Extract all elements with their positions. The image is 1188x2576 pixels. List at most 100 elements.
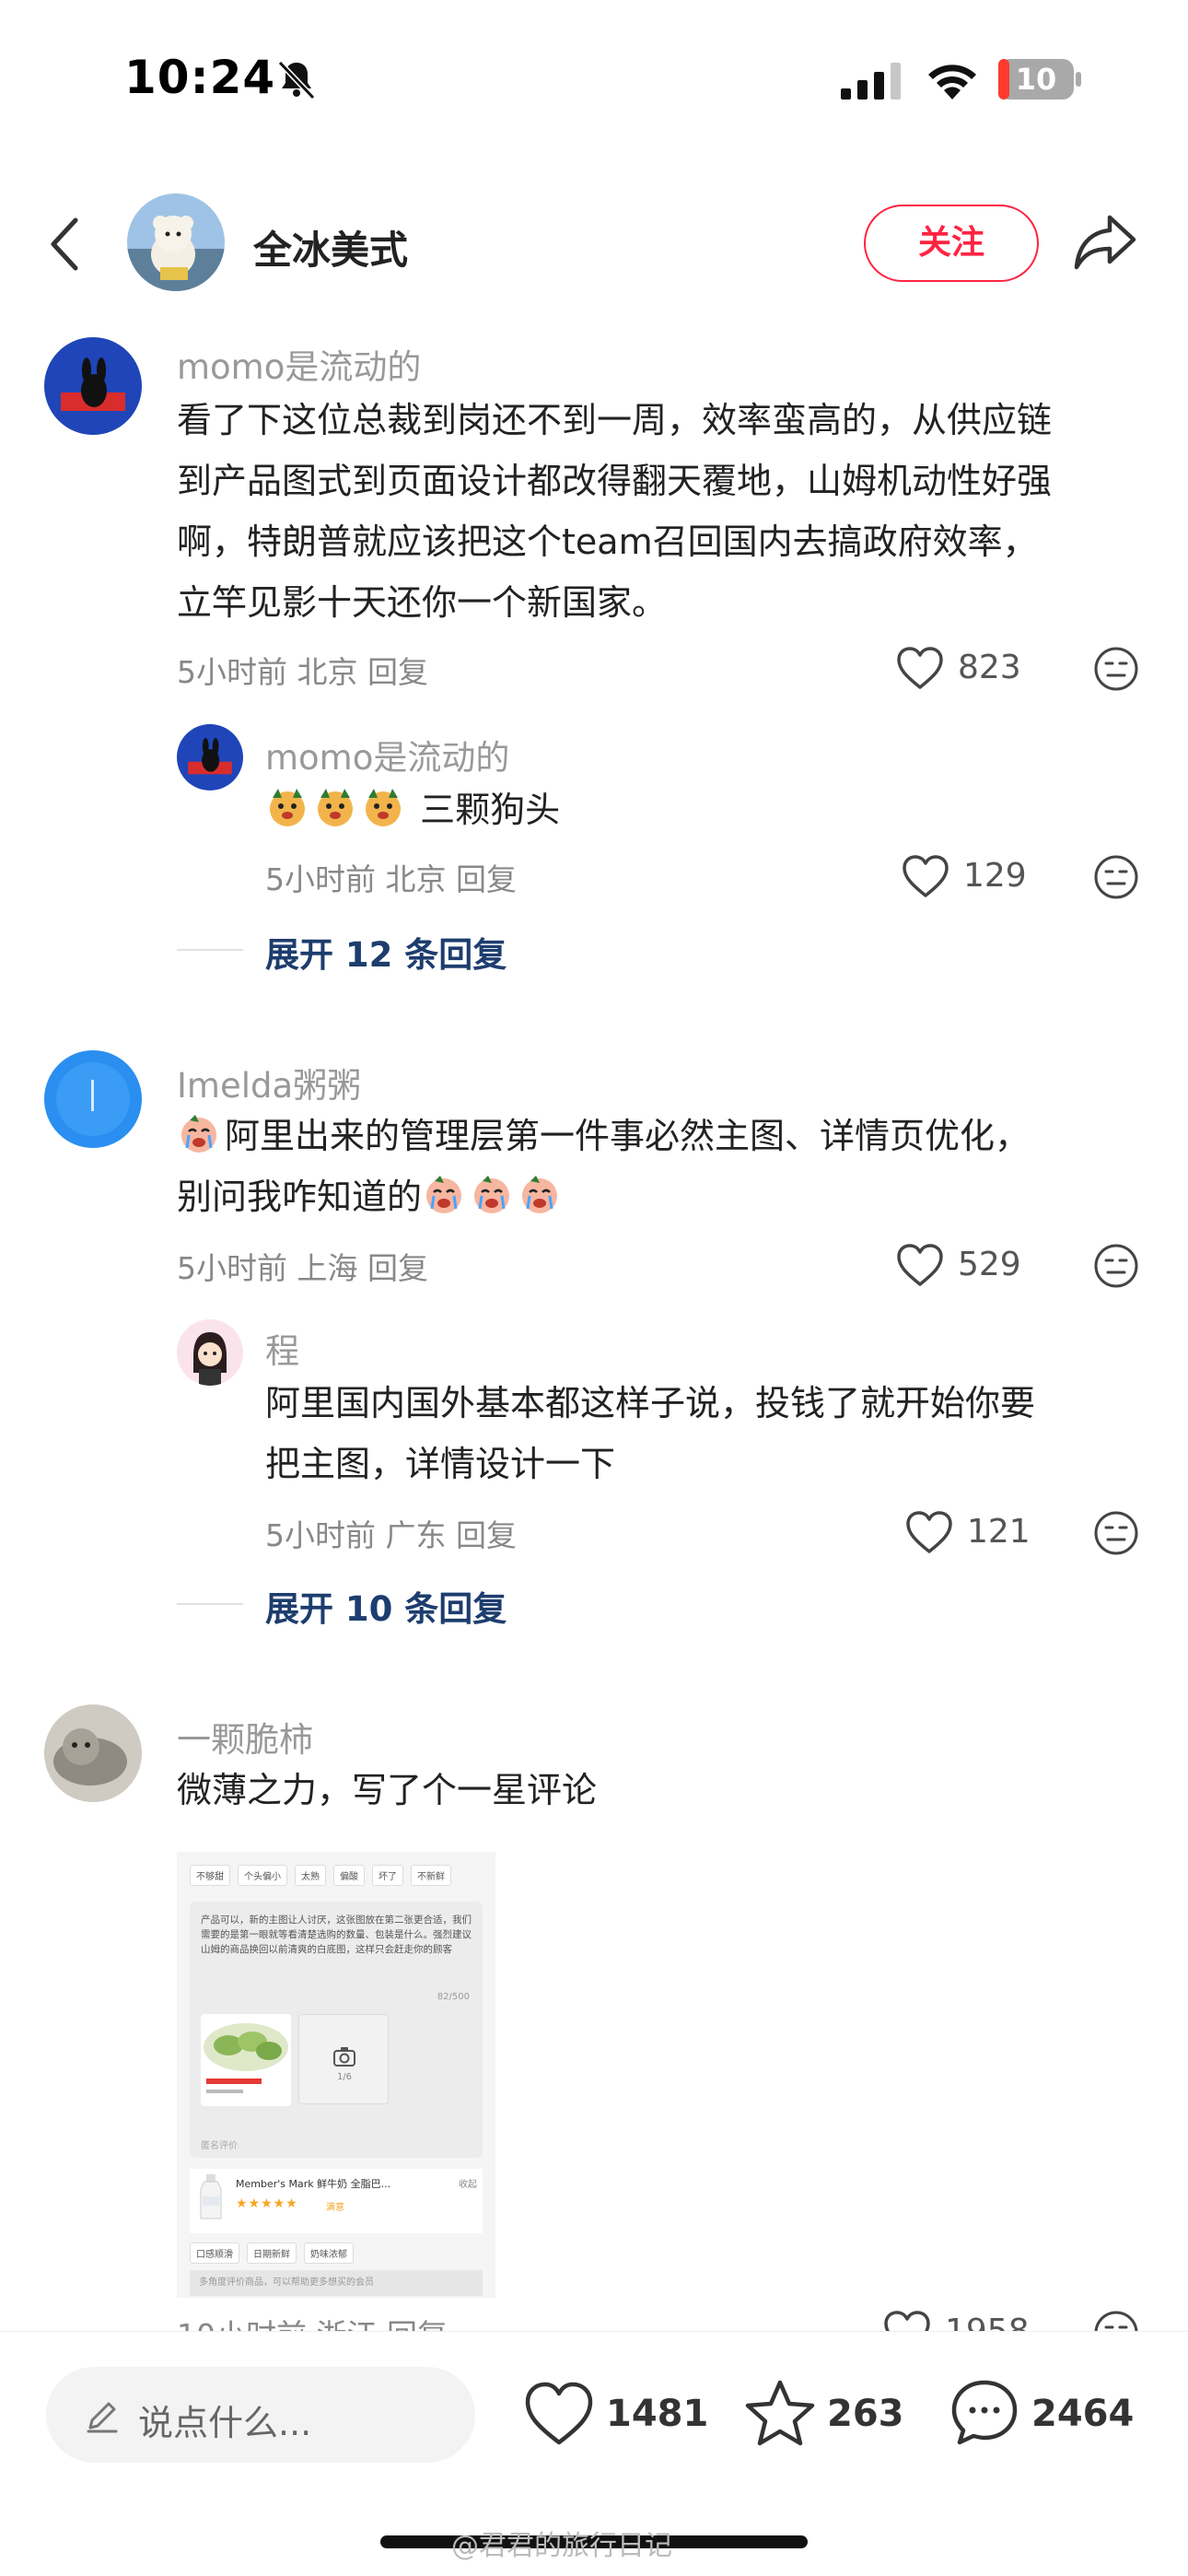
dog-head-emoji-icon bbox=[270, 789, 305, 826]
review-char-count: 82/500 bbox=[437, 1992, 470, 2002]
dislike-face-icon[interactable] bbox=[1092, 645, 1140, 693]
comment-meta[interactable]: 5小时前 上海 回复 bbox=[177, 1244, 428, 1288]
expand-divider bbox=[177, 1603, 243, 1605]
commenter-avatar[interactable] bbox=[44, 1050, 142, 1148]
back-arrow-icon[interactable] bbox=[46, 217, 83, 272]
comment-bubble-icon[interactable] bbox=[949, 2378, 1020, 2446]
heart-icon[interactable] bbox=[901, 853, 950, 899]
reply-avatar[interactable] bbox=[177, 1319, 243, 1386]
follow-button[interactable]: 关注 bbox=[864, 205, 1039, 282]
product-name: Member's Mark 鲜牛奶 全脂巴... bbox=[236, 2178, 391, 2190]
reply-line: 把主图，详情设计一下 bbox=[265, 1444, 616, 1484]
collapse-link: 收起 bbox=[459, 2180, 477, 2190]
commenter-name[interactable]: momo是流动的 bbox=[177, 339, 421, 389]
review-tag: 太熟 bbox=[295, 1865, 326, 1886]
crying-emoji-icon bbox=[474, 1176, 510, 1213]
pencil-icon bbox=[87, 2402, 118, 2433]
heart-icon[interactable] bbox=[904, 1509, 954, 1555]
crying-emoji-icon bbox=[181, 1115, 216, 1153]
review-tag: 坏了 bbox=[372, 1865, 403, 1886]
comment-line: 立竿见影十天还你一个新国家。 bbox=[177, 582, 668, 623]
commenter-avatar[interactable] bbox=[44, 1704, 142, 1802]
review-tag-row: 不够甜 个头偏小 太熟 偏酸 坏了 不新鲜 bbox=[190, 1865, 451, 1886]
heart-icon[interactable] bbox=[895, 645, 945, 691]
expand-divider bbox=[177, 949, 243, 951]
comment-line: 别问我咋知道的 bbox=[177, 1166, 1030, 1227]
reply-text: 阿里国内国外基本都这样子说，投钱了就开始你要 把主图，详情设计一下 bbox=[265, 1373, 1035, 1494]
crying-emoji-icon bbox=[522, 1176, 558, 1213]
review-card: 产品可以，新的主图让人讨厌，这张图放在第二张更合适，我们需要的是第一眼就等看清楚… bbox=[190, 1902, 483, 2158]
comment-line: 阿里出来的管理层第一件事必然主图、详情页优化， bbox=[177, 1106, 1030, 1166]
rating-stars-icon: ★★★★★ bbox=[236, 2196, 298, 2211]
dislike-face-icon[interactable] bbox=[1092, 1509, 1140, 1557]
author-avatar[interactable] bbox=[127, 193, 225, 291]
reply-line: 阿里国内国外基本都这样子说，投钱了就开始你要 bbox=[265, 1383, 1036, 1423]
anonymous-option: 匿名评价 bbox=[201, 2141, 238, 2151]
comment-count: 2464 bbox=[1031, 2393, 1135, 2435]
collect-count: 263 bbox=[827, 2393, 904, 2435]
like-count: 129 bbox=[963, 857, 1027, 895]
wifi-icon bbox=[928, 64, 976, 100]
review-text: 产品可以，新的主图让人讨厌，这张图放在第二张更合适，我们需要的是第一眼就等看清楚… bbox=[201, 1914, 472, 1955]
product-tag: 奶味浓郁 bbox=[304, 2242, 354, 2264]
like-count: 823 bbox=[958, 649, 1021, 686]
review-photo bbox=[201, 2014, 291, 2106]
crying-emoji-icon bbox=[426, 1176, 462, 1213]
battery-level: 10 bbox=[1015, 62, 1057, 97]
milk-bottle-icon bbox=[200, 2174, 222, 2219]
share-icon[interactable] bbox=[1073, 212, 1137, 273]
like-count: 121 bbox=[967, 1513, 1031, 1551]
like-heart-icon[interactable] bbox=[523, 2380, 595, 2448]
comment-image[interactable]: 不够甜 个头偏小 太熟 偏酸 坏了 不新鲜 产品可以，新的主图让人讨厌，这张图放… bbox=[177, 1852, 495, 2298]
commenter-name[interactable]: Imelda粥粥 bbox=[177, 1058, 361, 1107]
comment-meta[interactable]: 5小时前 北京 回复 bbox=[177, 648, 428, 692]
review-tag: 不够甜 bbox=[190, 1865, 230, 1886]
dog-head-emoji-icon bbox=[366, 789, 401, 826]
watermark: @君君的旅行日记 bbox=[451, 2530, 672, 2562]
dislike-face-icon[interactable] bbox=[1092, 1242, 1140, 1290]
like-count: 529 bbox=[958, 1246, 1021, 1283]
comment-input-placeholder: 说点什么... bbox=[138, 2403, 312, 2443]
reply-text: 三颗狗头 bbox=[265, 779, 560, 840]
commenter-name[interactable]: 一颗脆柿 bbox=[177, 1712, 313, 1762]
status-time: 10:24 bbox=[124, 51, 276, 104]
comment-text: 阿里出来的管理层第一件事必然主图、详情页优化， 别问我咋知道的 bbox=[177, 1106, 1030, 1227]
dislike-face-icon[interactable] bbox=[1092, 853, 1140, 901]
expand-replies-button[interactable]: 展开 12 条回复 bbox=[265, 927, 507, 977]
commenter-avatar[interactable] bbox=[44, 337, 142, 435]
dog-head-emoji-row bbox=[265, 789, 420, 830]
comment-line-text: 别问我咋知道的 bbox=[177, 1177, 423, 1217]
author-name[interactable]: 全冰美式 bbox=[253, 219, 408, 275]
photo-count: 1/6 bbox=[336, 2072, 353, 2082]
comment-text: 微薄之力，写了个一星评论 bbox=[177, 1770, 598, 1810]
expand-replies-button[interactable]: 展开 10 条回复 bbox=[265, 1581, 507, 1631]
mute-bell-icon bbox=[277, 60, 316, 100]
product-tag: 口感顺滑 bbox=[190, 2242, 239, 2264]
reply-name[interactable]: 程 bbox=[265, 1323, 299, 1373]
reply-meta[interactable]: 5小时前 广东 回复 bbox=[265, 1511, 517, 1555]
note-header: 全冰美式 关注 bbox=[0, 184, 1188, 304]
reply-meta[interactable]: 5小时前 北京 回复 bbox=[265, 855, 517, 899]
comment-input[interactable]: 说点什么... bbox=[46, 2367, 475, 2463]
heart-icon[interactable] bbox=[895, 1242, 945, 1288]
dog-head-emoji-icon bbox=[318, 789, 353, 826]
camera-icon bbox=[333, 2047, 355, 2067]
review-tag: 不新鲜 bbox=[411, 1865, 451, 1886]
comment-text: 看了下这位总裁到岗还不到一周，效率蛮高的，从供应链 到产品图式到页面设计都改得翻… bbox=[177, 390, 1052, 633]
add-photo-button: 1/6 bbox=[298, 2014, 389, 2104]
reply-name[interactable]: momo是流动的 bbox=[265, 730, 509, 779]
product-tag: 日期新鲜 bbox=[247, 2242, 297, 2264]
cell-signal-icon bbox=[841, 63, 901, 100]
reply-avatar[interactable] bbox=[177, 724, 243, 790]
comment-line: 啊，特朗普就应该把这个team召回国内去搞政府效率， bbox=[177, 521, 1038, 562]
status-bar: 10:24 10 bbox=[0, 0, 1188, 157]
collect-star-icon[interactable] bbox=[744, 2378, 816, 2446]
product-tag-row: 口感顺滑 日期新鲜 奶味浓郁 bbox=[190, 2242, 354, 2264]
reply-text-body: 三颗狗头 bbox=[420, 790, 561, 830]
review-tip: 多角度评价商品，可以帮助更多想买的会员 bbox=[190, 2270, 483, 2296]
comment-line: 到产品图式到页面设计都改得翻天覆地，山姆机动性好强 bbox=[177, 461, 1053, 501]
review-tag: 偏酸 bbox=[333, 1865, 365, 1886]
review-product: Member's Mark 鲜牛奶 全脂巴... 收起 ★★★★★ 满意 bbox=[190, 2169, 483, 2233]
comment-line-text: 阿里出来的管理层第一件事必然主图、详情页优化， bbox=[225, 1116, 1031, 1156]
review-tag: 个头偏小 bbox=[238, 1865, 287, 1886]
